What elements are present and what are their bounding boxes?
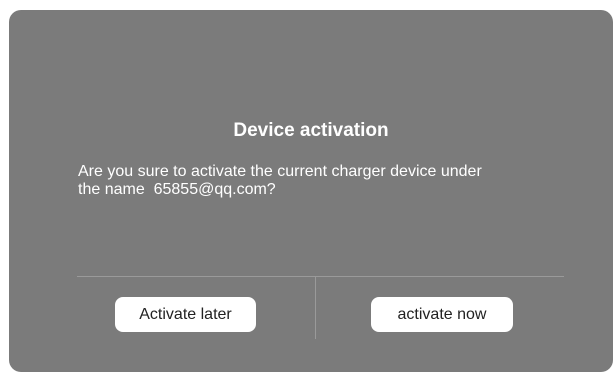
dialog-message: Are you sure to activate the current cha…: [78, 163, 578, 199]
activation-dialog: Device activation Are you sure to activa…: [9, 10, 613, 372]
horizontal-divider: [77, 276, 564, 277]
activate-later-button[interactable]: Activate later: [115, 297, 256, 332]
dialog-message-line-2: the name 65855@qq.com?: [78, 181, 276, 198]
activate-now-button[interactable]: activate now: [371, 297, 513, 332]
vertical-divider: [315, 277, 316, 339]
dialog-message-line-1: Are you sure to activate the current cha…: [78, 163, 482, 180]
dialog-title: Device activation: [233, 120, 389, 141]
